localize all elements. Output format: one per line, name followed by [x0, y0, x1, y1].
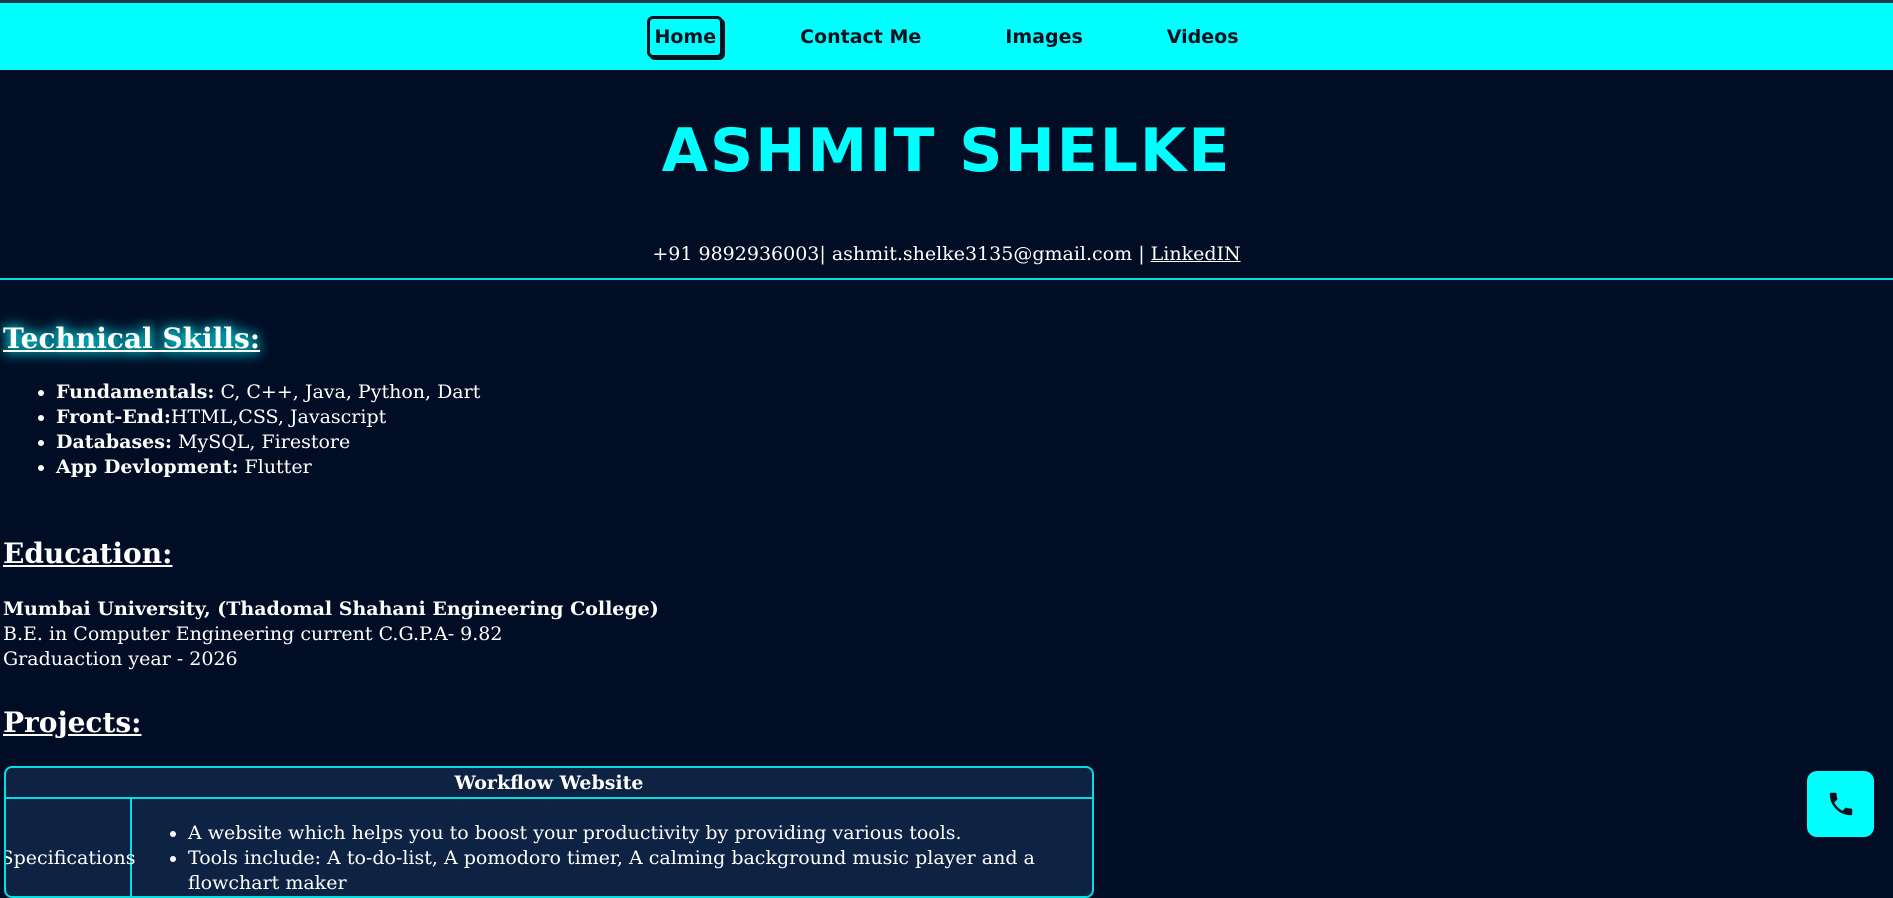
nav-videos[interactable]: Videos	[1160, 16, 1246, 58]
skill-value: C, C++, Java, Python, Dart	[214, 381, 481, 403]
navbar: Home Contact Me Images Videos	[0, 3, 1893, 70]
skill-item: App Devlopment: Flutter	[56, 455, 480, 480]
skill-value: HTML,CSS, Javascript	[170, 406, 387, 428]
spec-label: Specifications	[6, 799, 135, 896]
spec-list: A website which helps you to boost your …	[132, 799, 1092, 896]
graduation-line: Graduaction year - 2026	[3, 648, 238, 670]
nav-contact-me[interactable]: Contact Me	[793, 16, 928, 58]
projects-heading: Projects:	[3, 706, 142, 739]
contact-line: +91 9892936003| ashmit.shelke3135@gmail.…	[0, 243, 1893, 265]
skill-key: Fundamentals:	[56, 381, 215, 403]
call-button[interactable]	[1807, 771, 1874, 837]
skills-heading: Technical Skills:	[3, 322, 261, 355]
skill-key: Databases:	[56, 431, 172, 453]
nav-images[interactable]: Images	[998, 16, 1089, 58]
phone-number: +91 9892936003	[652, 243, 820, 265]
skill-value: Flutter	[238, 456, 312, 478]
email-address: ashmit.shelke3135@gmail.com	[831, 243, 1133, 265]
nav-home[interactable]: Home	[647, 15, 724, 58]
linkedin-link[interactable]: LinkedIN	[1151, 243, 1241, 265]
contact-separator: |	[1132, 243, 1151, 265]
skill-item: Fundamentals: C, C++, Java, Python, Dart	[56, 380, 480, 405]
spec-item: A website which helps you to boost your …	[188, 821, 1092, 846]
skills-list: Fundamentals: C, C++, Java, Python, Dart…	[0, 380, 480, 480]
education-heading: Education:	[3, 537, 173, 570]
spec-item: Tools include: A to-do-list, A pomodoro …	[188, 846, 1092, 896]
skill-value: MySQL, Firestore	[171, 431, 351, 453]
skill-key: App Devlopment:	[56, 456, 239, 478]
project-table: Workflow Website Specifications A websit…	[4, 766, 1094, 898]
phone-icon	[1829, 792, 1852, 816]
degree-line: B.E. in Computer Engineering current C.G…	[3, 623, 503, 645]
education-block: Mumbai University, (Thadomal Shahani Eng…	[3, 597, 659, 672]
hero-header: ASHMIT SHELKE +91 9892936003| ashmit.she…	[0, 70, 1893, 280]
university-name: Mumbai University, (Thadomal Shahani Eng…	[3, 598, 659, 620]
project-name: Workflow Website	[6, 768, 1092, 799]
contact-separator: |	[819, 243, 832, 265]
project-row: Specifications A website which helps you…	[6, 799, 1092, 896]
skill-item: Front-End:HTML,CSS, Javascript	[56, 405, 480, 430]
skill-item: Databases: MySQL, Firestore	[56, 430, 480, 455]
skill-key: Front-End:	[56, 406, 171, 428]
person-name: ASHMIT SHELKE	[661, 116, 1232, 186]
